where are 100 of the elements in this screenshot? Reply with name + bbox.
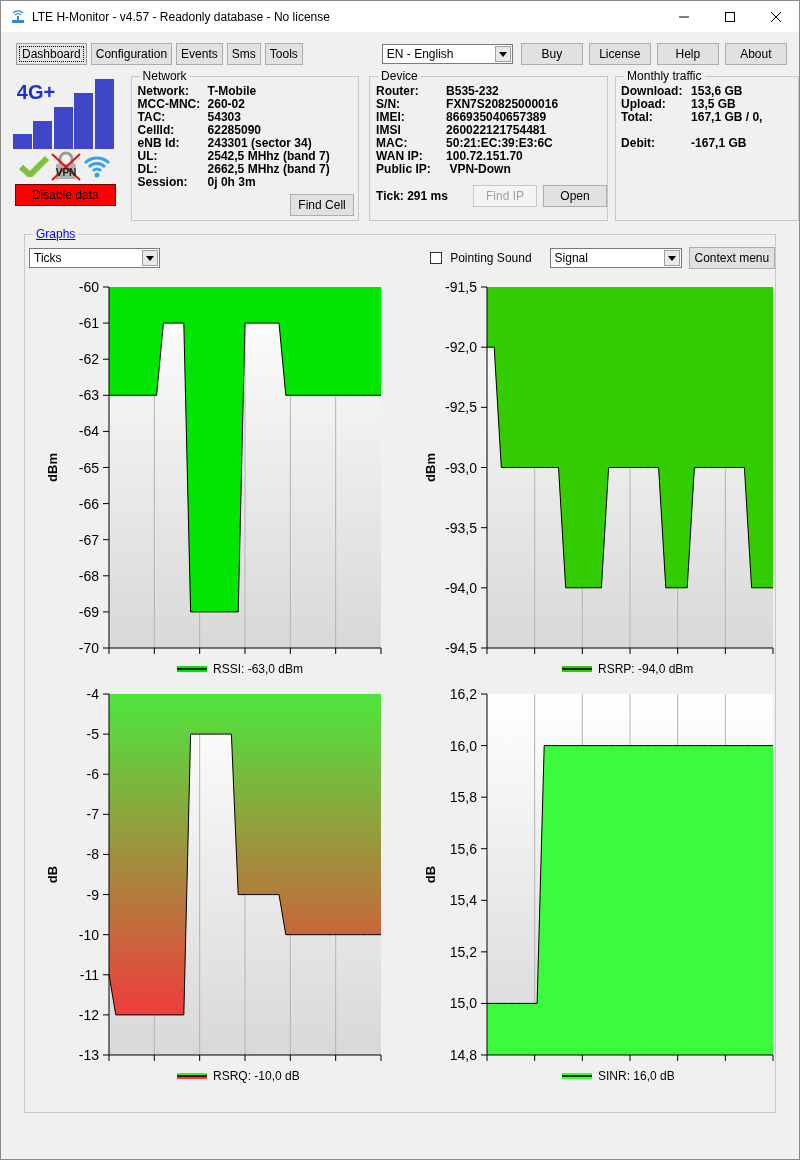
tab[interactable]: Sms (226, 43, 261, 65)
y-tick-label: 15,0 (449, 995, 477, 1012)
y-tick-label: -62 (78, 351, 99, 368)
field-value: 243301 (sector 34) (207, 137, 312, 150)
language-select[interactable]: EN - English (381, 44, 513, 64)
field-value: 153,6 GB (691, 85, 743, 98)
toolbar-button[interactable]: About (724, 43, 787, 65)
y-axis-label: dB (423, 865, 438, 884)
field-label: S/N: (376, 98, 402, 111)
y-tick-label: -92,5 (445, 399, 477, 416)
y-tick-label: -65 (78, 459, 99, 476)
y-tick-label: -67 (78, 531, 99, 548)
field-value: 167,1 GB / 0, (691, 111, 763, 124)
field-value: 260022121754481 (446, 124, 547, 137)
graph-mode-select[interactable]: Ticks (29, 248, 161, 268)
antenna-icon (11, 9, 25, 24)
y-tick-label: -68 (78, 567, 99, 584)
field-label: DL: (137, 163, 159, 176)
y-tick-label: -12 (78, 1006, 99, 1023)
y-tick-label: -7 (86, 806, 99, 823)
y-tick-label: 15,6 (449, 840, 477, 857)
field-value: VPN-Down (448, 163, 511, 176)
window-title: LTE H-Monitor - v4.57 - Readonly database - No license (32, 8, 330, 26)
field-label: Total: (621, 111, 653, 124)
field-label: MCC-MNC: (137, 98, 202, 111)
y-tick-label: 16,0 (449, 737, 477, 754)
field-label: Debit: (621, 137, 657, 150)
field-value: 2542,5 MHhz (band 7) (207, 150, 330, 163)
field-value: 866935040657389 (446, 111, 547, 124)
y-tick-label: -60 (78, 280, 99, 295)
legend-line-icon (562, 666, 592, 672)
field-value: FXN7S20825000016 (446, 98, 559, 111)
y-tick-label: 15,8 (449, 789, 477, 806)
toolbar-button[interactable]: Help (656, 43, 719, 65)
field-label: eNB Id: (137, 137, 181, 150)
y-tick-label: -5 (86, 726, 99, 743)
network-type-label: 4G+ (16, 82, 56, 102)
field-label: Public IP: (376, 163, 432, 176)
legend-label: RSRQ: -10,0 dB (213, 1068, 300, 1085)
field-value: 62285090 (207, 124, 261, 137)
y-tick-label: -61 (78, 315, 99, 332)
y-tick-label: -63 (78, 387, 99, 404)
tab[interactable]: Tools (264, 43, 303, 65)
legend-label: RSSI: -63,0 dBm (213, 661, 304, 678)
graphs-link[interactable]: Graphs (36, 227, 76, 241)
y-axis-label: dBm (45, 453, 60, 482)
y-tick-label: 14,8 (449, 1047, 477, 1063)
tick-label: Tick: 291 ms (376, 188, 449, 205)
field-value: 54303 (207, 111, 241, 124)
y-tick-label: -92,0 (445, 339, 477, 356)
group-title: Device (378, 69, 421, 83)
field-value: 50:21:EC:39:E3:6C (446, 137, 553, 150)
y-tick-label: -66 (78, 495, 99, 512)
field-value: 100.72.151.70 (446, 150, 523, 163)
tab[interactable]: Configuration (90, 43, 173, 65)
field-label: TAC: (137, 111, 167, 124)
y-tick-label: -94,0 (445, 579, 477, 596)
y-tick-label: -70 (78, 640, 99, 656)
group-title: Monthly traffic (624, 69, 705, 83)
checkbox-label: Pointing Sound (450, 250, 532, 267)
checkbox[interactable] (430, 252, 443, 264)
group-title: Network (139, 69, 190, 83)
device-button[interactable]: Open (543, 185, 608, 207)
field-value: -167,1 GB (691, 137, 747, 150)
disable-data-button[interactable]: Disable data (14, 184, 116, 206)
signal-bars-icon (12, 79, 114, 149)
toolbar-button[interactable]: Buy (520, 43, 583, 65)
y-tick-label: 15,2 (449, 943, 477, 960)
checkmark-icon (19, 155, 50, 177)
legend-line-icon (177, 1073, 207, 1079)
signal-select[interactable]: Signal (549, 248, 682, 268)
field-value: 2662,5 MHhz (band 7) (207, 163, 330, 176)
field-label: IMSI (376, 124, 402, 137)
y-axis-label: dB (45, 865, 60, 884)
field-value: 0j 0h 3m (207, 176, 256, 189)
context-menu-button[interactable]: Context menu (688, 247, 775, 269)
y-tick-label: -10 (78, 926, 99, 943)
y-tick-label: -13 (78, 1047, 99, 1063)
field-label: WAN IP: (376, 150, 424, 163)
y-tick-label: -94,5 (445, 640, 477, 656)
field-value: B535-232 (446, 85, 499, 98)
tab[interactable]: Events (176, 43, 223, 65)
tab[interactable]: Dashboard (16, 43, 87, 65)
field-label: UL: (137, 150, 159, 163)
toolbar-button[interactable]: License (588, 43, 651, 65)
y-tick-label: 16,2 (449, 687, 477, 702)
y-tick-label: -91,5 (445, 280, 477, 295)
y-tick-label: -64 (78, 423, 99, 440)
y-tick-label: -69 (78, 603, 99, 620)
field-label: IMEI: (376, 111, 406, 124)
field-label: Router: (376, 85, 420, 98)
field-label: Download: (621, 85, 684, 98)
y-tick-label: -93,0 (445, 459, 477, 476)
field-label: Network: (137, 85, 190, 98)
field-label: MAC: (376, 137, 409, 150)
y-tick-label: -6 (86, 766, 99, 783)
field-label: Session: (137, 176, 189, 189)
find-cell-button[interactable]: Find Cell (290, 194, 355, 216)
field-value: 13,5 GB (691, 98, 736, 111)
y-tick-label: -93,5 (445, 519, 477, 536)
